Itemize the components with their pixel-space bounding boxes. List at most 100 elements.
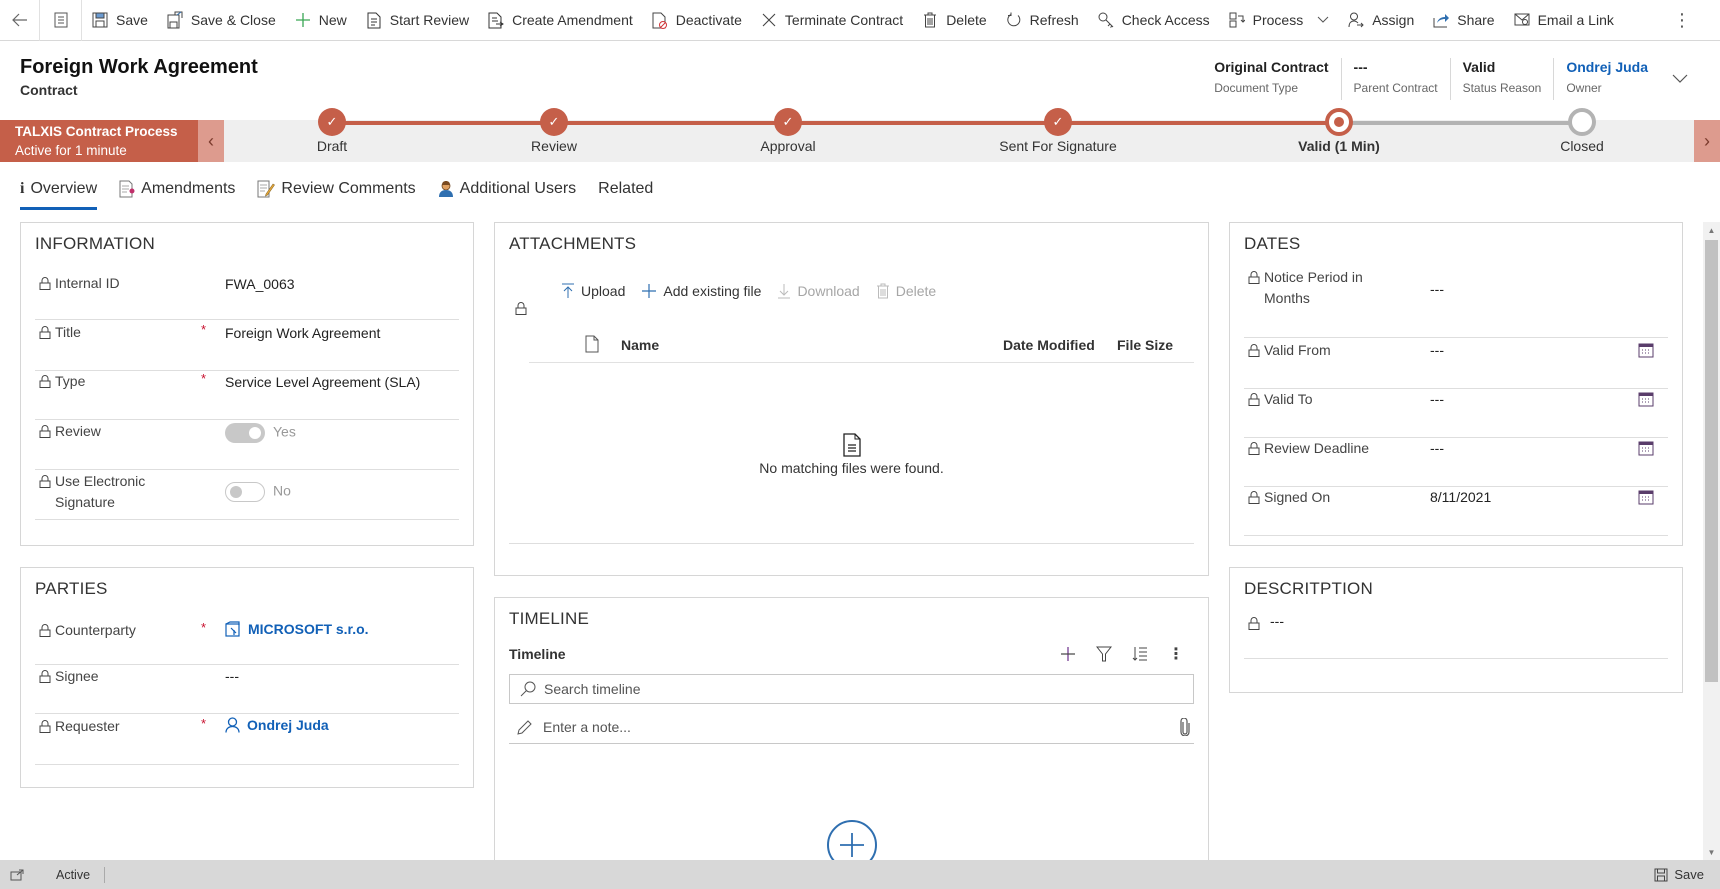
save-close-button[interactable]: Save & Close	[157, 0, 285, 41]
notice-period-value[interactable]: ---	[1430, 281, 1444, 297]
review-deadline-value[interactable]: ---	[1430, 440, 1444, 456]
tab-overview[interactable]: i Overview	[20, 176, 98, 210]
refresh-button[interactable]: Refresh	[996, 0, 1088, 41]
open-in-new-window-button[interactable]	[2, 869, 32, 881]
save-button[interactable]: Save	[82, 0, 157, 41]
stage-draft[interactable]: ✓ Draft	[232, 108, 432, 154]
tab-amendments[interactable]: Amendments	[119, 176, 235, 210]
assign-button[interactable]: Assign	[1338, 0, 1423, 41]
deactivate-icon	[651, 11, 669, 29]
upload-icon	[561, 283, 575, 299]
scroll-down-icon[interactable]: ▼	[1703, 844, 1720, 860]
field-label: Signed On	[1248, 487, 1330, 510]
timeline-filter-button[interactable]	[1086, 644, 1122, 664]
dates-section: DATES Notice Period in Months --- Valid …	[1229, 222, 1683, 546]
status-reason-label: Status Reason	[1462, 81, 1542, 95]
timeline-header: Timeline ⋮	[509, 646, 1194, 670]
timeline-search-input[interactable]: Search timeline	[509, 674, 1194, 704]
owner-link[interactable]: Ondrej Juda	[1566, 58, 1648, 76]
popout-icon	[10, 869, 24, 880]
back-button[interactable]	[0, 0, 40, 41]
lock-icon	[39, 423, 51, 444]
signed-on-value[interactable]: 8/11/2021	[1430, 489, 1491, 505]
process-button[interactable]: Process	[1219, 0, 1339, 41]
tab-label: Related	[598, 180, 654, 197]
label-text: Review Deadline	[1264, 440, 1370, 456]
tab-additional-users[interactable]: Additional Users	[438, 176, 576, 210]
review-toggle[interactable]: Yes	[225, 423, 296, 443]
tab-review-comments[interactable]: Review Comments	[257, 176, 416, 210]
process-info[interactable]: TALXIS Contract Process Active for 1 min…	[0, 120, 198, 162]
header-field-owner: Ondrej Juda Owner	[1553, 58, 1660, 100]
email-link-button[interactable]: Email a Link	[1504, 0, 1623, 41]
delete-file-button[interactable]: Delete	[876, 283, 936, 299]
column-name[interactable]: Name	[621, 337, 659, 353]
check-access-button[interactable]: Check Access	[1088, 0, 1219, 41]
counterparty-link[interactable]: MICROSOFT s.r.o.	[225, 621, 369, 637]
signee-value[interactable]: ---	[225, 668, 239, 684]
timeline-sort-button[interactable]	[1122, 644, 1158, 664]
upload-button[interactable]: Upload	[561, 283, 625, 299]
share-button[interactable]: Share	[1423, 0, 1503, 41]
start-review-label: Start Review	[389, 12, 470, 28]
email-link-label: Email a Link	[1537, 12, 1614, 28]
timeline-more-button[interactable]: ⋮	[1158, 644, 1194, 664]
status-bar: Active Save	[0, 860, 1720, 889]
process-next-button[interactable]: ›	[1694, 120, 1720, 162]
upload-label: Upload	[581, 283, 626, 299]
column-file-size[interactable]: File Size	[1117, 337, 1173, 353]
terminate-contract-button[interactable]: Terminate Contract	[751, 0, 912, 41]
timeline-add-button[interactable]	[1050, 644, 1086, 664]
requester-link[interactable]: Ondrej Juda	[225, 717, 329, 733]
stage-label: Valid (1 Min)	[1298, 138, 1380, 154]
check-icon: ✓	[774, 108, 802, 136]
more-commands-button[interactable]: ⋮	[1662, 10, 1702, 31]
esign-toggle[interactable]: No	[225, 482, 291, 502]
tab-related[interactable]: Related	[598, 176, 653, 210]
attach-file-button[interactable]	[1180, 717, 1190, 736]
process-previous-button[interactable]: ‹	[198, 120, 224, 162]
lock-icon	[515, 302, 527, 318]
scroll-thumb[interactable]	[1705, 240, 1718, 682]
download-button[interactable]: Download	[777, 283, 860, 299]
description-value[interactable]: ---	[1270, 613, 1284, 629]
required-indicator: *	[201, 322, 207, 337]
valid-from-value[interactable]: ---	[1430, 342, 1444, 358]
calendar-icon[interactable]	[1638, 440, 1654, 459]
start-review-button[interactable]: Start Review	[356, 0, 478, 41]
field-label: Type	[39, 371, 85, 394]
stage-sent-for-signature[interactable]: ✓ Sent For Signature	[958, 108, 1158, 154]
document-icon	[495, 433, 1208, 460]
new-button[interactable]: New	[285, 0, 356, 41]
column-date-modified[interactable]: Date Modified	[1003, 337, 1095, 353]
timeline-note-input[interactable]: Enter a note...	[509, 710, 1194, 744]
lock-icon	[1248, 391, 1260, 412]
vertical-scrollbar[interactable]: ▲ ▼	[1703, 222, 1720, 860]
lock-icon	[39, 275, 51, 296]
expand-header-button[interactable]	[1660, 58, 1700, 100]
valid-to-value[interactable]: ---	[1430, 391, 1444, 407]
create-amendment-button[interactable]: Create Amendment	[478, 0, 642, 41]
empty-message: No matching files were found.	[759, 460, 944, 476]
active-stage-icon	[1325, 108, 1353, 136]
calendar-icon[interactable]	[1638, 342, 1654, 361]
calendar-icon[interactable]	[1638, 489, 1654, 508]
entity-name: Contract	[20, 82, 78, 98]
stage-approval[interactable]: ✓ Approval	[688, 108, 888, 154]
stage-review[interactable]: ✓ Review	[454, 108, 654, 154]
add-existing-file-button[interactable]: Add existing file	[641, 283, 761, 299]
field-valid-from: Valid From ---	[1244, 340, 1668, 389]
deactivate-button[interactable]: Deactivate	[642, 0, 751, 41]
scroll-up-icon[interactable]: ▲	[1703, 222, 1720, 238]
check-icon: ✓	[540, 108, 568, 136]
delete-button[interactable]: Delete	[912, 0, 995, 41]
form-selector-button[interactable]	[40, 0, 82, 41]
calendar-icon[interactable]	[1638, 391, 1654, 410]
section-title: TIMELINE	[509, 609, 590, 628]
stage-valid[interactable]: Valid (1 Min)	[1239, 108, 1439, 154]
statusbar-save-button[interactable]: Save	[1654, 867, 1704, 882]
label-text: Valid From	[1264, 342, 1331, 358]
stage-closed[interactable]: Closed	[1482, 108, 1682, 154]
header-fields: Original Contract Document Type --- Pare…	[1202, 58, 1720, 100]
description-section: DESCRITPTION ---	[1229, 567, 1683, 693]
